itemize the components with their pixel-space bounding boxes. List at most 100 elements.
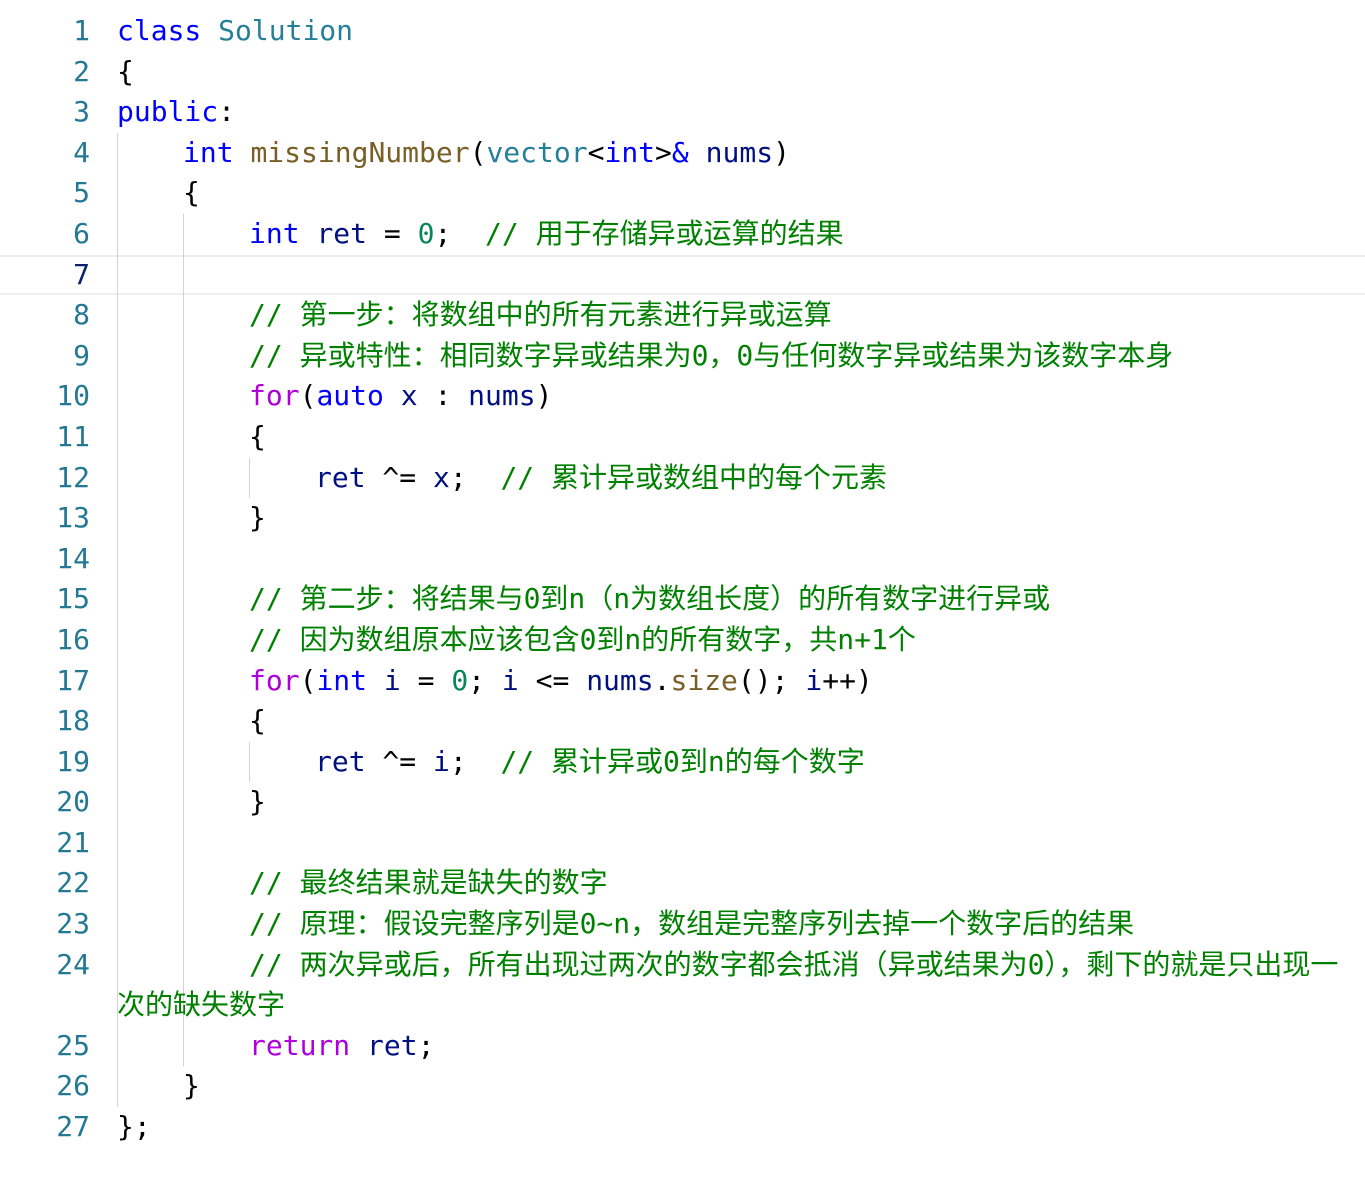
line-number: 10 [56,379,90,413]
code-token: ) [535,379,553,413]
indent-guide [183,660,184,702]
code-token: nums [586,663,654,697]
code-editor[interactable]: 1 class Solution 2{3 public: 4 int missingNum… [0,11,1365,1148]
indent-guide [183,335,184,377]
code-line[interactable]: 16 // 因为数组原本应该包含0到n的所有数字，共n+1个 [0,619,1365,661]
code-line[interactable]: 19 ret ^= i; // 累计异或0到n的每个数字 [0,741,1365,783]
indent-guide [183,904,184,945]
code-token: <= [518,663,587,697]
code-token: nums [705,135,774,169]
code-token: // 异或特性：相同数字异或结果为0，0与任何数字异或结果为该数字本身 [249,338,1174,372]
line-number: 24 [56,947,90,981]
code-token: for [249,663,300,697]
line-number: 2 [73,54,90,88]
code-token: return [249,1028,351,1062]
indent-guide [183,579,184,620]
code-token: // 第一步：将数组中的所有元素进行异或运算 [249,298,832,332]
line-number: 6 [73,216,90,250]
code-text: // 第一步：将数组中的所有元素进行异或运算 [249,295,1365,336]
code-token: ; [449,744,501,778]
line-number: 7 [73,257,90,291]
indent-guide [183,457,184,499]
code-token: i [501,663,519,697]
indent-guide [117,416,118,458]
code-text: { [249,417,1365,458]
code-text: // 最终结果就是缺失的数字 [249,863,1365,904]
indent-guide [117,254,118,296]
code-text: public: [117,92,1365,133]
code-line[interactable]: 4 int missingNumber(vector<int>& nums) [0,132,1365,174]
indent-guide [183,416,184,458]
code-line[interactable]: 12 ret ^= x; // 累计异或数组中的每个元素 [0,457,1365,499]
line-number: 25 [56,1028,90,1062]
indent-guide [249,457,250,499]
code-line[interactable]: 26} [0,1066,1365,1108]
indent-guide [183,213,184,255]
line-number: 11 [56,419,90,453]
code-line[interactable]: 1 class Solution [0,11,1365,52]
indent-guide [117,173,118,214]
code-line[interactable]: 15 // 第二步：将结果与0到n（n为数组长度）的所有数字进行异或 [0,579,1365,620]
code-line[interactable]: 17 for(int i = 0; i <= nums.size(); i++) [0,660,1365,702]
code-token: ( [299,663,317,697]
code-token: = [367,216,418,250]
code-line[interactable]: 27}; [0,1107,1365,1148]
line-number: 27 [56,1110,90,1144]
line-number: 18 [56,704,90,738]
code-token: // 因为数组原本应该包含0到n的所有数字，共n+1个 [249,622,916,656]
line-number: 21 [56,825,90,859]
indent-guide [117,1025,118,1067]
code-token: // 用于存储异或运算的结果 [485,216,844,250]
code-line[interactable]: 23 // 原理：假设完整序列是0~n，数组是完整序列去掉一个数字后的结果 [0,904,1365,945]
code-token: // 原理：假设完整序列是0~n，数组是完整序列去掉一个数字后的结果 [249,907,1135,941]
code-line[interactable]: 10 for(auto x : nums) [0,376,1365,417]
code-token: x [433,460,450,494]
code-line[interactable]: 9 // 异或特性：相同数字异或结果为0，0与任何数字异或结果为该数字本身 [0,335,1365,377]
code-token: ret [316,216,368,250]
line-number: 8 [73,298,90,332]
code-token: : [218,95,236,129]
code-line[interactable]: 11 { [0,416,1365,458]
code-token: ) [773,135,790,169]
indent-guide [183,822,184,864]
code-line[interactable]: 24 // 两次异或后，所有出现过两次的数字都会抵消（异或结果为0），剩下的就是只… [0,944,1365,1026]
indent-guide [117,376,118,417]
line-number: 3 [73,95,90,129]
code-token: 0 [417,216,435,250]
code-token: missingNumber [250,135,470,169]
code-text: // 原理：假设完整序列是0~n，数组是完整序列去掉一个数字后的结果 [249,904,1365,945]
code-token: ret [315,460,366,494]
code-text: for(auto x : nums) [249,376,1365,417]
code-line[interactable]: 13} [0,498,1365,539]
code-line[interactable]: 20} [0,782,1365,823]
code-token: } [249,785,266,819]
code-token: public [117,95,219,129]
code-line[interactable]: 22 // 最终结果就是缺失的数字 [0,863,1365,905]
code-line[interactable]: 14 [0,538,1365,580]
code-token: = [400,663,452,697]
code-line[interactable]: 3 public: [0,92,1365,133]
code-token: } [183,1069,200,1103]
code-text: // 两次异或后，所有出现过两次的数字都会抵消（异或结果为0），剩下的就是只出现… [117,945,1347,1026]
code-line[interactable]: 25 return ret; [0,1025,1365,1067]
code-line[interactable]: 8 // 第一步：将数组中的所有元素进行异或运算 [0,295,1365,336]
code-token: ; [449,460,501,494]
code-line[interactable]: 7 [0,254,1365,296]
code-token: for [249,379,300,413]
code-token: 0 [451,663,469,697]
indent-guide [117,904,118,945]
code-line[interactable]: 5{ [0,173,1365,214]
code-line[interactable]: 21 [0,822,1365,864]
indent-guide [117,701,118,742]
code-line[interactable]: 6 int ret = 0; // 用于存储异或运算的结果 [0,213,1365,255]
indent-guide [183,701,184,742]
code-token: } [249,501,266,535]
code-line[interactable]: 18 { [0,701,1365,742]
indent-guide [117,132,118,174]
code-token: ( [299,379,317,413]
code-token: nums [468,379,536,413]
code-token: // 累计异或数组中的每个元素 [500,460,888,494]
code-line[interactable]: 2{ [0,52,1365,93]
